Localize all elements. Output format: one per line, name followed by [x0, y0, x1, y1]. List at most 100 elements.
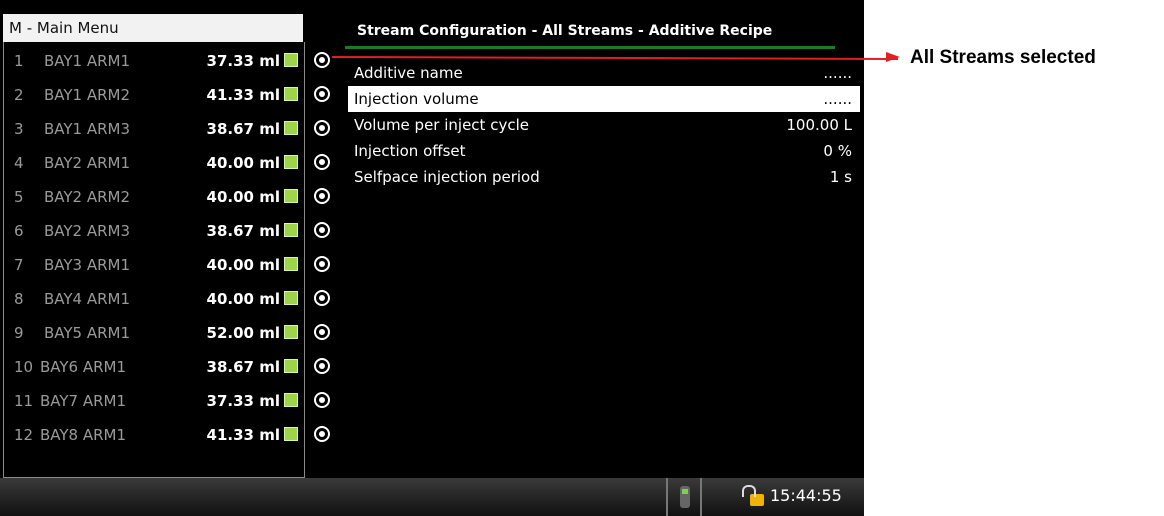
stream-number: 6: [14, 222, 24, 240]
stream-number: 7: [14, 256, 24, 274]
config-label: Volume per inject cycle: [354, 116, 529, 134]
stream-name: BAY5 ARM1: [44, 324, 131, 342]
usb-stick-icon: [680, 486, 690, 508]
stream-number: 8: [14, 290, 24, 308]
annotation-arrowhead-icon: [886, 52, 900, 62]
config-value: ......: [823, 64, 852, 82]
status-indicator-icon: [284, 87, 298, 101]
config-row-volume-per-cycle[interactable]: Volume per inject cycle 100.00 L: [348, 112, 860, 138]
config-row-additive-name[interactable]: Additive name ......: [348, 60, 860, 86]
config-value: 100.00 L: [786, 116, 852, 134]
status-indicator-icon: [284, 291, 298, 305]
config-label: Injection volume: [354, 90, 479, 108]
stream-volume: 40.00 ml: [206, 154, 280, 172]
stream-3-radio-icon[interactable]: [314, 120, 330, 136]
stream-name: BAY4 ARM1: [44, 290, 131, 308]
stream-row[interactable]: 9 BAY5 ARM1 52.00 ml: [4, 316, 304, 350]
status-indicator-icon: [284, 257, 298, 271]
status-indicator-icon: [284, 427, 298, 441]
stream-volume: 52.00 ml: [206, 324, 280, 342]
stream-number: 12: [14, 426, 34, 444]
stream-4-radio-icon[interactable]: [314, 154, 330, 170]
stream-name: BAY3 ARM1: [44, 256, 131, 274]
stream-1-radio-icon[interactable]: [314, 52, 330, 68]
stream-volume: 38.67 ml: [206, 222, 280, 240]
config-value: 0 %: [823, 142, 852, 160]
config-label: Injection offset: [354, 142, 466, 160]
padlock-unlocked-icon: [742, 485, 764, 506]
stream-2-radio-icon[interactable]: [314, 86, 330, 102]
stream-number: 11: [14, 392, 34, 410]
stream-volume: 38.67 ml: [206, 120, 280, 138]
title-underline: [345, 46, 835, 49]
hmi-screen: M - Main Menu 1 BAY1 ARM1 37.33 ml 2 BAY…: [0, 0, 864, 516]
stream-volume: 37.33 ml: [206, 392, 280, 410]
stream-row[interactable]: 5 BAY2 ARM2 40.00 ml: [4, 180, 304, 214]
stream-name: BAY2 ARM2: [44, 188, 131, 206]
stream-row[interactable]: 12 BAY8 ARM1 41.33 ml: [4, 418, 304, 452]
stream-9-radio-icon[interactable]: [314, 324, 330, 340]
stream-volume: 41.33 ml: [206, 86, 280, 104]
stream-number: 9: [14, 324, 24, 342]
config-label: Selfpace injection period: [354, 168, 540, 186]
stream-5-radio-icon[interactable]: [314, 188, 330, 204]
stream-name: BAY6 ARM1: [40, 358, 127, 376]
config-label: Additive name: [354, 64, 463, 82]
stream-6-radio-icon[interactable]: [314, 222, 330, 238]
stream-volume: 40.00 ml: [206, 290, 280, 308]
stream-row[interactable]: 1 BAY1 ARM1 37.33 ml: [4, 44, 304, 78]
config-row-injection-volume[interactable]: Injection volume ......: [348, 86, 860, 112]
stream-12-radio-icon[interactable]: [314, 426, 330, 442]
stream-volume: 41.33 ml: [206, 426, 280, 444]
config-value: ......: [823, 90, 852, 108]
stream-name: BAY2 ARM3: [44, 222, 131, 240]
status-indicator-icon: [284, 393, 298, 407]
status-divider: [666, 478, 668, 516]
stream-volume: 40.00 ml: [206, 256, 280, 274]
stream-7-radio-icon[interactable]: [314, 256, 330, 272]
status-bar: [0, 478, 864, 516]
config-title: Stream Configuration - All Streams - Add…: [357, 23, 773, 39]
config-row-selfpace-period[interactable]: Selfpace injection period 1 s: [348, 164, 860, 190]
stream-row[interactable]: 11 BAY7 ARM1 37.33 ml: [4, 384, 304, 418]
config-row-injection-offset[interactable]: Injection offset 0 %: [348, 138, 860, 164]
stream-name: BAY8 ARM1: [40, 426, 127, 444]
stream-number: 10: [14, 358, 34, 376]
stream-11-radio-icon[interactable]: [314, 392, 330, 408]
stream-number: 4: [14, 154, 24, 172]
stream-row[interactable]: 6 BAY2 ARM3 38.67 ml: [4, 214, 304, 248]
stream-row[interactable]: 3 BAY1 ARM3 38.67 ml: [4, 112, 304, 146]
stream-number: 3: [14, 120, 24, 138]
status-indicator-icon: [284, 53, 298, 67]
stream-row[interactable]: 7 BAY3 ARM1 40.00 ml: [4, 248, 304, 282]
stream-number: 2: [14, 86, 24, 104]
status-clock: 15:44:55: [770, 486, 842, 505]
stream-row[interactable]: 2 BAY1 ARM2 41.33 ml: [4, 78, 304, 112]
status-indicator-icon: [284, 359, 298, 373]
stream-name: BAY1 ARM2: [44, 86, 131, 104]
stream-volume: 38.67 ml: [206, 358, 280, 376]
stream-10-radio-icon[interactable]: [314, 358, 330, 374]
stream-8-radio-icon[interactable]: [314, 290, 330, 306]
stream-name: BAY1 ARM1: [44, 52, 131, 70]
stream-row[interactable]: 8 BAY4 ARM1 40.00 ml: [4, 282, 304, 316]
status-indicator-icon: [284, 223, 298, 237]
stream-number: 1: [14, 52, 24, 70]
config-value: 1 s: [829, 168, 852, 186]
stream-volume: 40.00 ml: [206, 188, 280, 206]
stream-row[interactable]: 4 BAY2 ARM1 40.00 ml: [4, 146, 304, 180]
status-indicator-icon: [284, 189, 298, 203]
annotation-text: All Streams selected: [910, 47, 1096, 68]
status-indicator-icon: [284, 121, 298, 135]
status-divider: [700, 478, 702, 516]
stream-name: BAY2 ARM1: [44, 154, 131, 172]
stream-volume: 37.33 ml: [206, 52, 280, 70]
stream-number: 5: [14, 188, 24, 206]
stream-list: 1 BAY1 ARM1 37.33 ml 2 BAY1 ARM2 41.33 m…: [3, 42, 305, 478]
status-indicator-icon: [284, 325, 298, 339]
stream-row[interactable]: 10 BAY6 ARM1 38.67 ml: [4, 350, 304, 384]
main-menu-title[interactable]: M - Main Menu: [3, 14, 303, 42]
stream-name: BAY7 ARM1: [40, 392, 127, 410]
status-indicator-icon: [284, 155, 298, 169]
stream-name: BAY1 ARM3: [44, 120, 131, 138]
